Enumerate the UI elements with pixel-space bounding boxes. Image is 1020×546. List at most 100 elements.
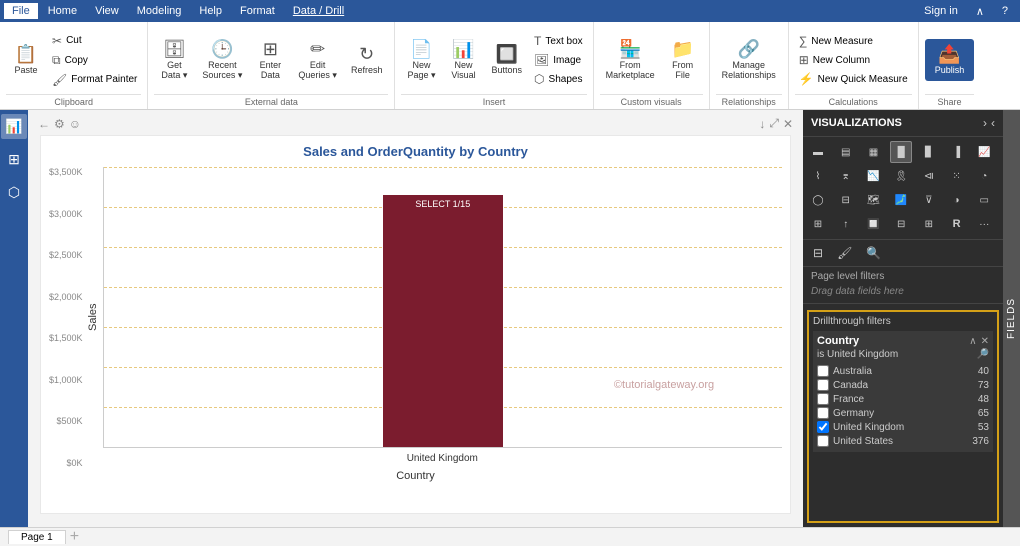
canvas-nav: ← ⚙ ☺ ↓ ⤢ ✕: [32, 114, 799, 133]
viz-icon-map[interactable]: 🗺: [862, 189, 884, 211]
viz-icon-funnel[interactable]: ⊽: [918, 189, 940, 211]
filter-item-checkbox[interactable]: [817, 393, 829, 405]
filter-close-button[interactable]: ✕: [981, 336, 989, 347]
filter-item-checkbox[interactable]: [817, 365, 829, 377]
viz-icon-matrix[interactable]: ⊞: [918, 213, 940, 235]
data-view-icon[interactable]: ⊞: [4, 147, 24, 172]
nav-settings-button[interactable]: ⚙: [54, 117, 65, 131]
viz-icon-slicer[interactable]: 🔲: [862, 213, 884, 235]
viz-tab-format[interactable]: 🖌: [831, 244, 858, 262]
nav-smiley-button[interactable]: ☺: [69, 117, 81, 131]
nav-close-button[interactable]: ✕: [783, 116, 793, 131]
viz-icon-multirow-card[interactable]: ⊞: [807, 213, 829, 235]
viz-icon-donut[interactable]: ◯: [807, 189, 829, 211]
shapes-button[interactable]: ⬡ Shapes: [530, 70, 587, 88]
fields-sidebar-tab[interactable]: FIELDS: [1003, 110, 1020, 527]
viz-icon-scatter[interactable]: ⁙: [946, 165, 968, 187]
image-button[interactable]: 🖼 Image: [530, 51, 587, 69]
textbox-button[interactable]: T Text box: [530, 32, 587, 50]
from-marketplace-button[interactable]: 🏪 FromMarketplace: [600, 38, 661, 82]
viz-icon-kpi[interactable]: ↑: [835, 213, 857, 235]
viz-icon-treemap[interactable]: ⊟: [835, 189, 857, 211]
viz-icon-waterfall[interactable]: ⧏: [918, 165, 940, 187]
viz-icon-card[interactable]: ▭: [973, 189, 995, 211]
new-measure-button[interactable]: ∑ New Measure: [795, 32, 912, 50]
chart-bar[interactable]: SELECT 1/15: [383, 195, 503, 447]
viz-collapse-button[interactable]: ‹: [991, 116, 995, 130]
nav-back-button[interactable]: ←: [38, 117, 50, 131]
viz-icon-line-col[interactable]: 📉: [862, 165, 884, 187]
menu-view[interactable]: View: [87, 3, 127, 19]
viz-icon-column[interactable]: █: [890, 141, 912, 163]
relationships-label: Relationships: [716, 94, 782, 109]
buttons-button[interactable]: 🔲 Buttons: [486, 43, 529, 77]
copy-button[interactable]: ⧉ Copy: [48, 51, 141, 70]
menu-help[interactable]: Help: [191, 3, 230, 19]
menu-modeling[interactable]: Modeling: [129, 3, 190, 19]
filter-item-checkbox[interactable]: [817, 421, 829, 433]
viz-icon-line[interactable]: 📈: [973, 141, 995, 163]
nav-download-button[interactable]: ↓: [759, 116, 765, 131]
viz-icon-clustered-col[interactable]: ▊: [918, 141, 940, 163]
viz-tab-fields[interactable]: ⊟: [807, 244, 829, 262]
filter-item-checkbox[interactable]: [817, 407, 829, 419]
image-icon: 🖼: [534, 53, 549, 67]
page-filters-drag-zone[interactable]: Drag data fields here: [811, 284, 995, 299]
paste-button[interactable]: 📋 Paste: [6, 43, 46, 77]
new-column-icon: ⊞: [799, 53, 809, 67]
new-visual-button[interactable]: 📊 NewVisual: [444, 38, 484, 82]
recent-sources-icon: 🕒: [211, 40, 233, 58]
from-marketplace-icon: 🏪: [619, 40, 641, 58]
publish-button[interactable]: 📤 Publish: [925, 39, 975, 81]
viz-icon-r-visual[interactable]: R: [946, 213, 968, 235]
filter-clear-icon[interactable]: 🔎: [977, 349, 989, 360]
report-view-icon[interactable]: 📊: [1, 114, 26, 139]
edit-queries-button[interactable]: ✏ EditQueries ▾: [292, 38, 343, 83]
manage-relationships-button[interactable]: 🔗 ManageRelationships: [716, 38, 782, 82]
viz-icon-gauge[interactable]: ◑: [946, 189, 968, 211]
filter-collapse-button[interactable]: ∧: [969, 336, 976, 347]
menu-file[interactable]: File: [4, 3, 38, 19]
new-column-button[interactable]: ⊞ New Column: [795, 51, 912, 69]
new-page-button[interactable]: 📄 NewPage ▾: [401, 38, 441, 83]
chart-area: $3,500K $3,000K $2,500K $2,000K $1,500K …: [49, 167, 782, 468]
menu-format[interactable]: Format: [232, 3, 283, 19]
viz-icon-clustered-bar[interactable]: ▤: [835, 141, 857, 163]
viz-expand-button[interactable]: ›: [983, 116, 987, 130]
sign-in[interactable]: Sign in: [916, 3, 966, 19]
viz-tab-analytics[interactable]: 🔍: [860, 244, 887, 262]
page-tab[interactable]: Page 1: [8, 530, 66, 544]
viz-icon-pie[interactable]: ◔: [973, 165, 995, 187]
viz-icon-stacked-area[interactable]: ⌆: [835, 165, 857, 187]
viz-icon-area[interactable]: ⌇: [807, 165, 829, 187]
help-icon[interactable]: ?: [994, 3, 1016, 19]
copy-icon: ⧉: [52, 53, 61, 68]
y-axis-labels: $3,500K $3,000K $2,500K $2,000K $1,500K …: [49, 167, 87, 468]
recent-sources-button[interactable]: 🕒 RecentSources ▾: [196, 38, 248, 83]
viz-icon-filled-map[interactable]: 🗾: [890, 189, 912, 211]
viz-icon-stacked-bar[interactable]: ▬: [807, 141, 829, 163]
filter-item-checkbox[interactable]: [817, 379, 829, 391]
nav-expand-button[interactable]: ⤢: [769, 116, 779, 131]
canvas-wrapper: ← ⚙ ☺ ↓ ⤢ ✕ Sales and OrderQuantity by C…: [28, 110, 803, 527]
new-quick-measure-button[interactable]: ⚡ New Quick Measure: [795, 70, 912, 88]
viz-icon-100bar[interactable]: ▦: [862, 141, 884, 163]
filter-item-checkbox[interactable]: [817, 435, 829, 447]
menu-data-drill[interactable]: Data / Drill: [285, 3, 352, 19]
format-painter-button[interactable]: 🖌 Format Painter: [48, 71, 141, 89]
enter-data-button[interactable]: ⊞ EnterData: [250, 38, 290, 82]
canvas-nav-left: ← ⚙ ☺: [38, 117, 81, 131]
refresh-button[interactable]: ↻ Refresh: [345, 43, 389, 77]
model-view-icon[interactable]: ⬡: [4, 180, 24, 205]
get-data-button[interactable]: 🗄 GetData ▾: [154, 38, 194, 83]
paste-label: Paste: [14, 65, 37, 75]
viz-icon-more[interactable]: ···: [973, 213, 995, 235]
from-file-button[interactable]: 📁 FromFile: [663, 38, 703, 82]
viz-icon-ribbon[interactable]: 🎗: [890, 165, 912, 187]
menu-home[interactable]: Home: [40, 3, 85, 19]
add-page-button[interactable]: +: [70, 528, 79, 546]
filter-item: United States376: [817, 434, 989, 448]
viz-icon-table[interactable]: ⊟: [890, 213, 912, 235]
cut-button[interactable]: ✂ Cut: [48, 32, 141, 50]
viz-icon-100col[interactable]: ▐: [946, 141, 968, 163]
